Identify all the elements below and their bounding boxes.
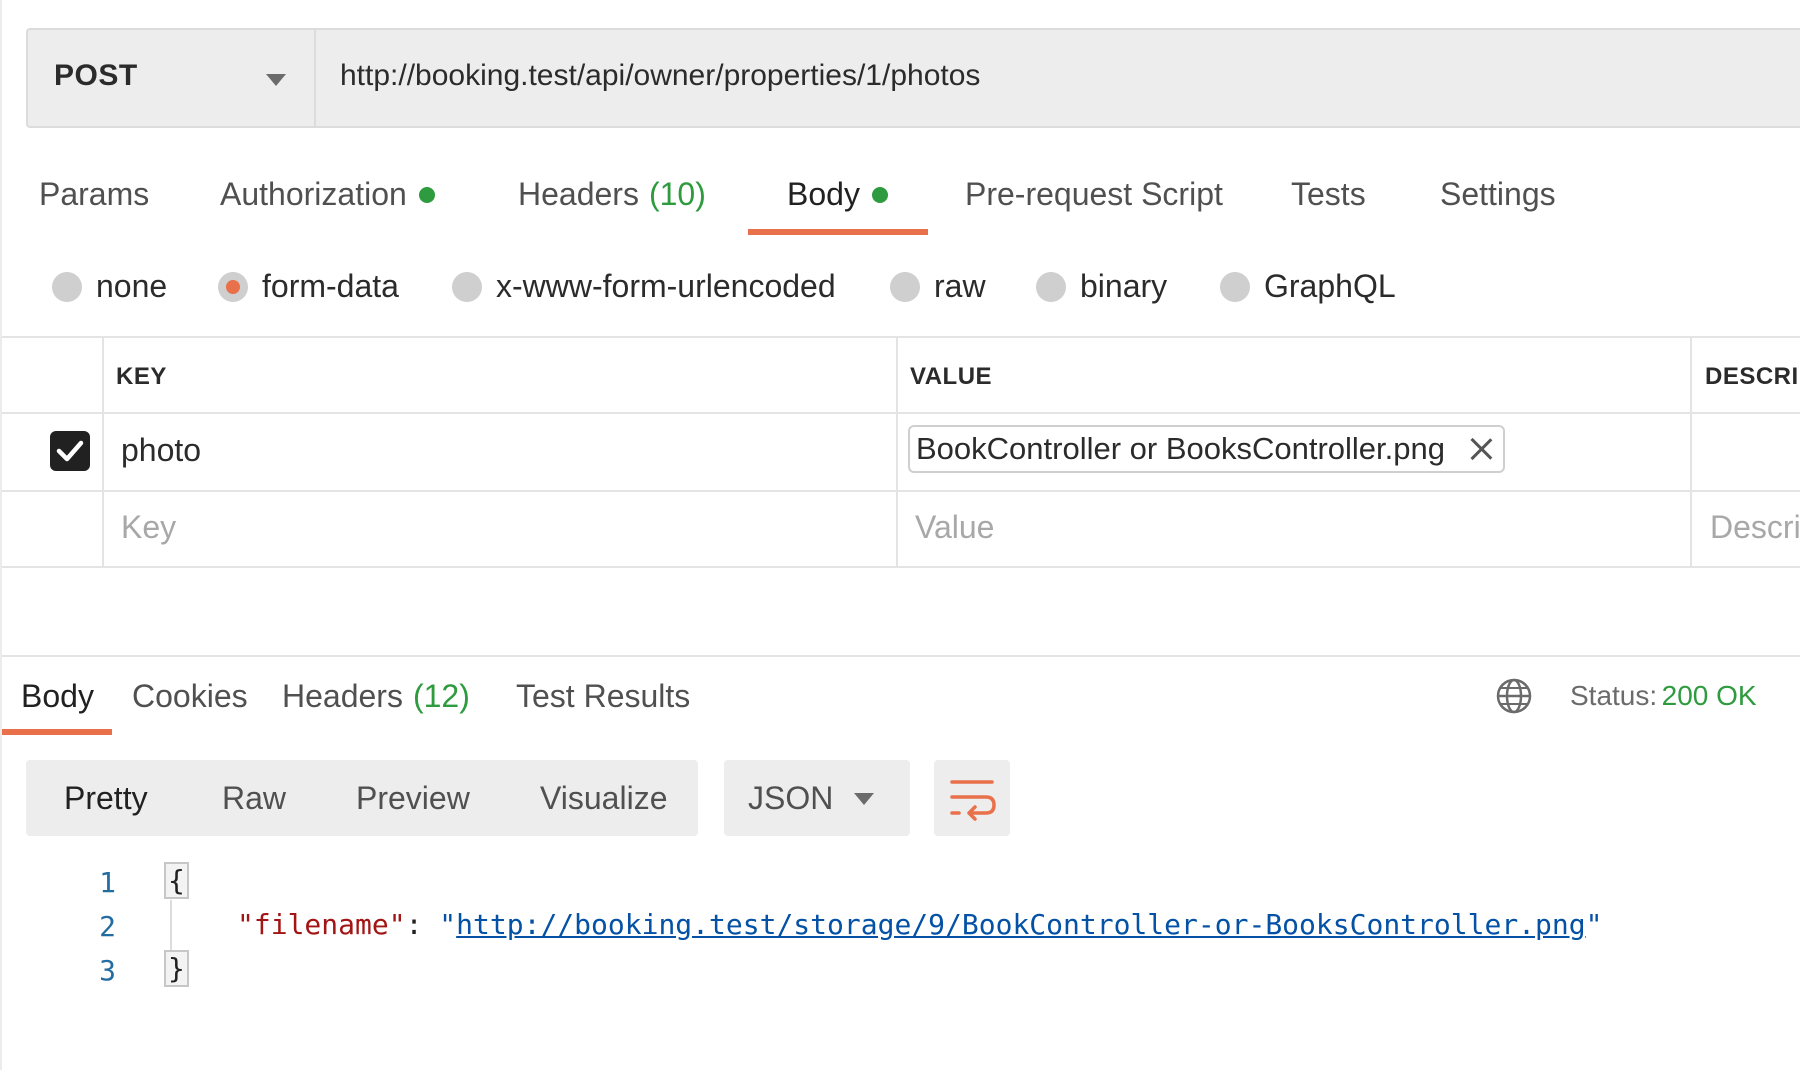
json-colon: : <box>405 908 440 941</box>
view-visualize[interactable]: Visualize <box>540 780 667 817</box>
active-response-tab-underline <box>2 729 112 735</box>
tab-tests[interactable]: Tests <box>1291 176 1366 213</box>
response-tab-cookies[interactable]: Cookies <box>132 678 248 715</box>
json-quote: " <box>1585 908 1603 941</box>
table-border-bottom <box>0 566 1800 568</box>
radio-button[interactable] <box>1036 271 1066 302</box>
format-label: JSON <box>748 780 834 816</box>
radio-form-data[interactable]: form-data <box>218 268 399 305</box>
radio-button[interactable] <box>52 271 82 302</box>
tab-headers[interactable]: Headers (10) <box>518 176 706 213</box>
column-divider <box>102 336 104 568</box>
radio-button[interactable] <box>452 271 482 302</box>
active-tab-underline <box>748 229 928 235</box>
value-input[interactable]: Value <box>915 509 994 546</box>
json-quote: " <box>439 908 457 941</box>
column-header-value: VALUE <box>910 363 993 390</box>
close-icon[interactable] <box>1469 437 1493 461</box>
wrap-lines-button[interactable] <box>934 760 1010 836</box>
radio-button[interactable] <box>890 271 920 302</box>
line-number: 3 <box>99 954 116 987</box>
radio-graphql[interactable]: GraphQL <box>1220 268 1396 305</box>
table-border-top <box>0 336 1800 338</box>
tab-pre-request-script[interactable]: Pre-request Script <box>965 176 1223 213</box>
response-tab-test-results[interactable]: Test Results <box>516 678 690 715</box>
status-value: 200 OK <box>1661 680 1757 711</box>
line-number: 2 <box>99 910 116 943</box>
table-border <box>0 412 1800 414</box>
column-header-key: KEY <box>116 363 167 390</box>
column-divider <box>896 336 898 568</box>
json-key: "filename" <box>237 908 406 941</box>
active-indicator-dot <box>418 186 435 203</box>
chevron-down-icon[interactable] <box>266 74 286 86</box>
column-divider <box>1690 336 1692 568</box>
chevron-down-icon[interactable] <box>854 793 874 805</box>
tab-body[interactable]: Body <box>787 176 888 213</box>
view-raw[interactable]: Raw <box>222 780 286 817</box>
matched-brace: { <box>164 862 189 899</box>
left-edge <box>0 0 2 1070</box>
tab-params[interactable]: Params <box>39 176 149 213</box>
response-divider <box>0 655 1800 657</box>
line-number: 1 <box>99 866 116 899</box>
headers-count: (10) <box>648 176 706 212</box>
radio-button[interactable] <box>1220 271 1250 302</box>
active-indicator-dot <box>871 186 888 203</box>
file-chip[interactable]: BookController or BooksController.png <box>908 425 1505 473</box>
globe-icon[interactable] <box>1495 677 1533 715</box>
radio-x-www-form-urlencoded[interactable]: x-www-form-urlencoded <box>452 268 836 305</box>
radio-binary[interactable]: binary <box>1036 268 1167 305</box>
radio-none[interactable]: none <box>52 268 167 305</box>
column-header-description: DESCRIPTION <box>1705 363 1800 390</box>
tab-authorization[interactable]: Authorization <box>220 176 435 213</box>
key-input[interactable]: Key <box>121 509 176 546</box>
response-tab-body[interactable]: Body <box>21 678 94 715</box>
file-name: BookController or BooksController.png <box>916 431 1445 466</box>
matched-brace: } <box>164 950 189 987</box>
response-headers-count: (12) <box>412 678 470 714</box>
radio-button-checked[interactable] <box>218 271 248 302</box>
wrap-lines-icon <box>950 780 996 821</box>
code-line-1: { <box>164 862 189 899</box>
status-label: Status: <box>1570 680 1658 711</box>
method-label: POST <box>54 59 138 92</box>
code-line-3: } <box>164 950 189 987</box>
json-url-link[interactable]: http://booking.test/storage/9/BookContro… <box>456 908 1585 941</box>
response-status: Status: 200 OK <box>1570 680 1757 712</box>
param-key[interactable]: photo <box>121 432 201 469</box>
table-border <box>0 490 1800 492</box>
description-input[interactable]: Description <box>1710 509 1800 546</box>
radio-raw[interactable]: raw <box>890 268 986 305</box>
view-preview[interactable]: Preview <box>356 780 470 817</box>
tab-settings[interactable]: Settings <box>1440 176 1556 213</box>
response-tab-headers[interactable]: Headers (12) <box>282 678 470 715</box>
view-pretty[interactable]: Pretty <box>64 780 148 817</box>
row-enabled-checkbox[interactable] <box>50 431 90 471</box>
check-icon <box>56 440 84 462</box>
code-line-2: "filename": "http://booking.test/storage… <box>237 908 1602 941</box>
url-input[interactable]: http://booking.test/api/owner/properties… <box>340 59 980 93</box>
